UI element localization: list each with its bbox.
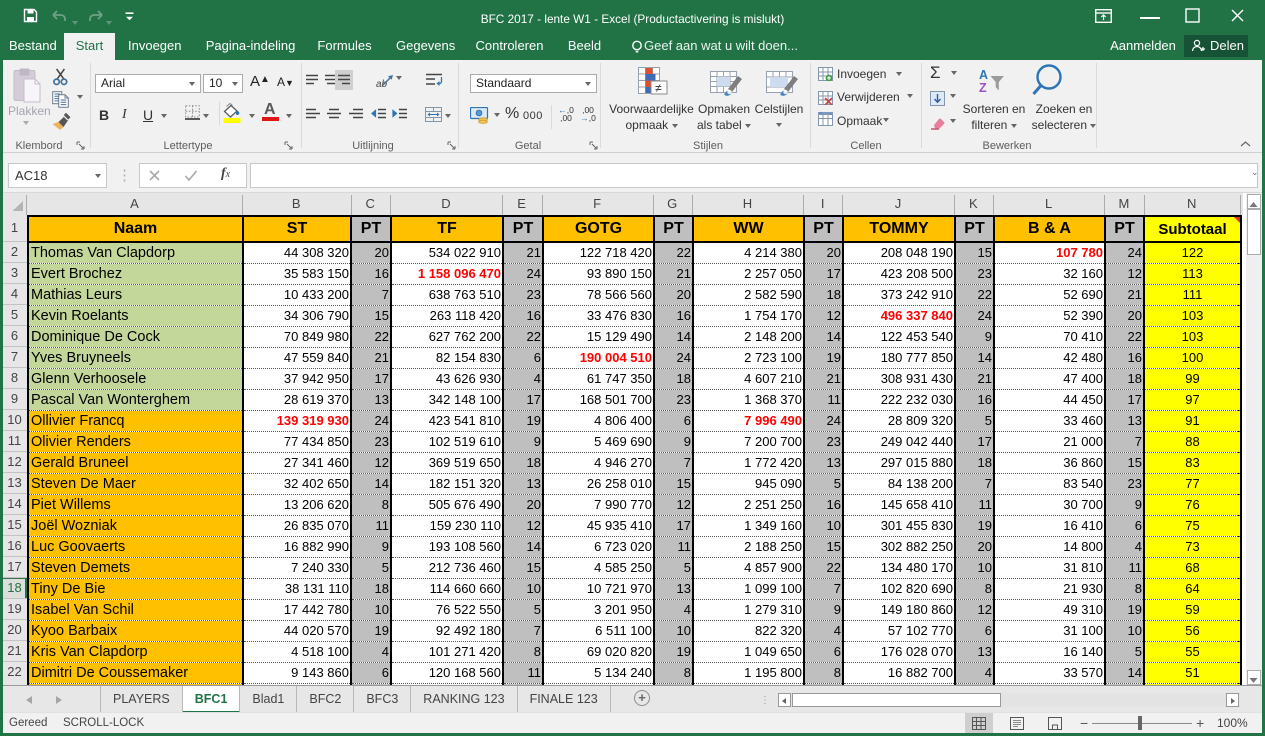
svg-text:Z: Z xyxy=(979,81,987,95)
svg-text:≠: ≠ xyxy=(655,81,662,95)
svg-text:ab: ab xyxy=(376,79,388,89)
svg-text:A: A xyxy=(979,68,988,82)
